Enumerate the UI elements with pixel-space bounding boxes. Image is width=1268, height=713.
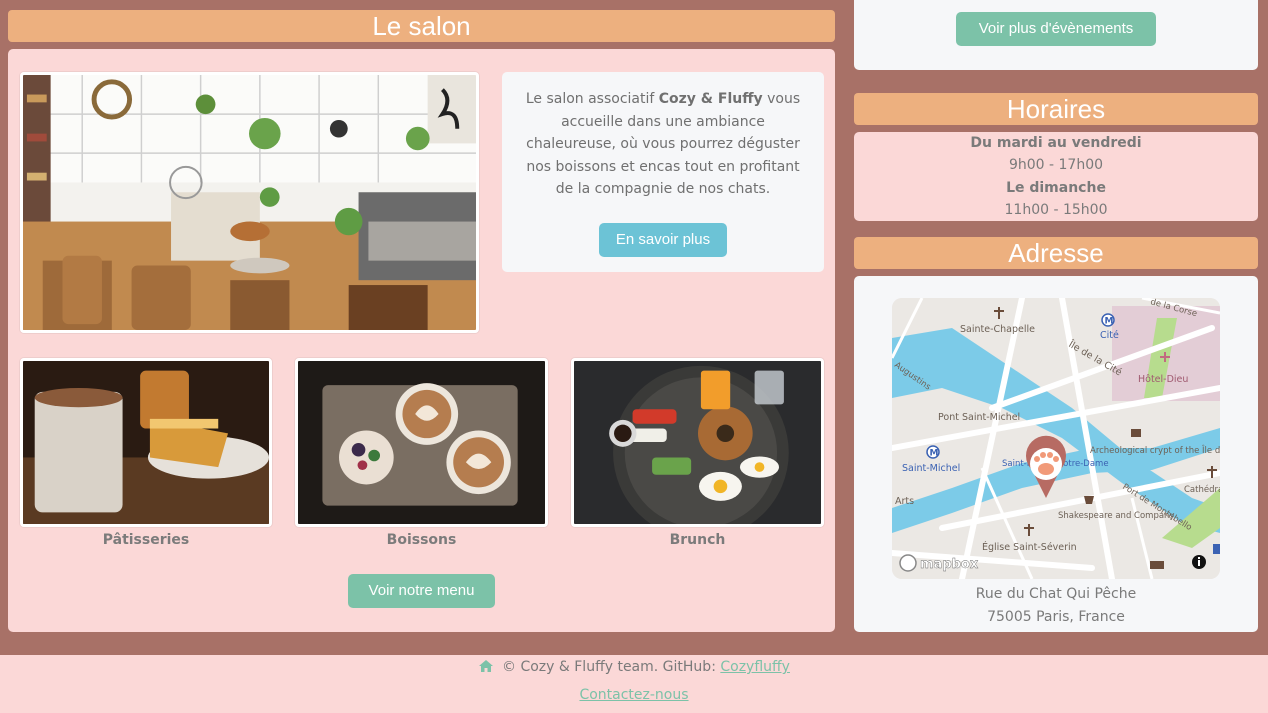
pastries-photo[interactable] — [20, 358, 272, 527]
address-city: 75005 Paris, France — [987, 609, 1125, 625]
map-label-saint-severin: Église Saint-Séverin — [982, 541, 1077, 553]
map-label-arts: Arts — [895, 496, 914, 507]
map[interactable]: M M Sainte-Chapelle Cité Île de la Cité … — [892, 298, 1220, 579]
brunch-photo[interactable] — [571, 358, 824, 527]
drinks-photo[interactable] — [295, 358, 548, 527]
map-label-cite: Cité — [1100, 330, 1119, 341]
metro-icon-cite: M — [1105, 317, 1114, 327]
contact-link[interactable]: Contactez-nous — [579, 687, 688, 703]
drinks-label: Boissons — [386, 532, 457, 548]
address-title: Adresse — [854, 237, 1258, 269]
hotel-icon — [1150, 561, 1164, 569]
church-icon — [1028, 524, 1030, 536]
copyright-text: © Cozy & Fluffy team. GitHub: — [502, 659, 721, 675]
map-canvas[interactable]: M M Sainte-Chapelle Cité Île de la Cité … — [892, 298, 1220, 579]
sunday-label: Le dimanche — [1006, 180, 1106, 196]
mapbox-logo[interactable]: mapbox — [899, 554, 979, 572]
map-label-sainte-chapelle: Sainte-Chapelle — [960, 324, 1035, 335]
address-street: Rue du Chat Qui Pêche — [975, 586, 1137, 602]
salon-description: Le salon associatif Cozy & Fluffy vous a… — [516, 88, 810, 201]
church-icon — [998, 307, 1000, 319]
church-icon — [1211, 466, 1213, 478]
map-label-saint-michel: Saint-Michel — [902, 463, 960, 474]
info-icon[interactable] — [1192, 555, 1206, 569]
footer-copyright-line: © Cozy & Fluffy team. GitHub: Cozyfluffy — [0, 659, 1268, 677]
salon-description-card: Le salon associatif Cozy & Fluffy vous a… — [502, 72, 824, 272]
weekday-hours: 9h00 - 17h00 — [1008, 157, 1104, 173]
brunch-label: Brunch — [669, 532, 726, 548]
map-label-hotel-dieu: Hôtel-Dieu — [1138, 374, 1188, 385]
brand-name: Cozy & Fluffy — [658, 91, 763, 107]
salon-interior-photo — [20, 72, 479, 333]
description-text-start: Le salon associatif — [525, 91, 659, 107]
footer: © Cozy & Fluffy team. GitHub: Cozyfluffy… — [0, 655, 1268, 713]
more-events-button[interactable]: Voir plus d'évènements — [956, 12, 1156, 46]
pastries-label: Pâtisseries — [102, 532, 190, 548]
paw-icon — [1038, 463, 1054, 475]
map-label-pont-saint-michel: Pont Saint-Michel — [938, 412, 1020, 423]
svg-text:mapbox: mapbox — [920, 557, 979, 572]
metro-icon-saint-michel: M — [930, 449, 939, 459]
github-link[interactable]: Cozyfluffy — [720, 659, 790, 675]
hours-title: Horaires — [854, 93, 1258, 125]
hours-card: Du mardi au vendredi 9h00 - 17h00 Le dim… — [854, 132, 1258, 221]
home-icon[interactable] — [478, 659, 494, 677]
sunday-hours: 11h00 - 15h00 — [1004, 202, 1108, 218]
weekday-label: Du mardi au vendredi — [970, 135, 1142, 151]
address-card: M M Sainte-Chapelle Cité Île de la Cité … — [854, 276, 1258, 632]
salon-card: Le salon associatif Cozy & Fluffy vous a… — [8, 49, 835, 632]
map-label-crypt: Archeological crypt of the Île de la Cit… — [1090, 444, 1220, 456]
salon-title: Le salon — [8, 10, 835, 42]
learn-more-button[interactable]: En savoir plus — [599, 223, 727, 257]
museum-icon — [1131, 429, 1141, 437]
view-menu-button[interactable]: Voir notre menu — [348, 574, 495, 608]
map-label-cathedrale: Cathédrale Notre-Dame — [1184, 484, 1220, 495]
events-card: Voir plus d'évènements — [854, 0, 1258, 70]
